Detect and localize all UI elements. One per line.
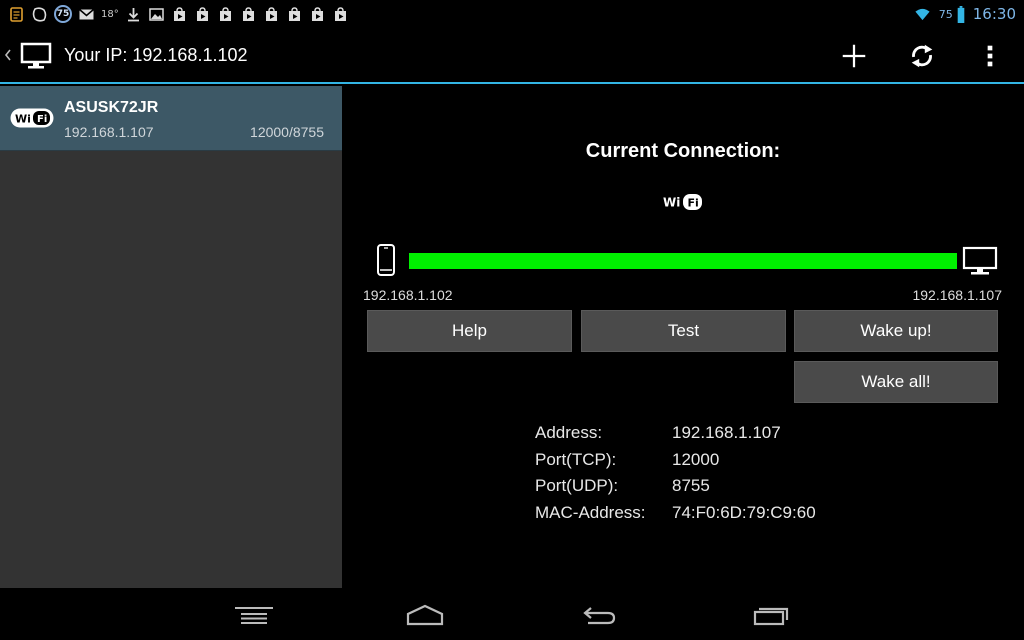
local-ip-label: 192.168.1.102: [363, 287, 453, 303]
home-button[interactable]: [403, 598, 447, 630]
status-bar: 75 18° 75 16:30: [0, 0, 1024, 28]
wake-up-button[interactable]: Wake up!: [794, 310, 998, 352]
battery-icon: [957, 5, 965, 23]
play-store-icon: [217, 6, 234, 23]
gmail-icon: [78, 6, 95, 23]
detail-label: Port(UDP):: [535, 476, 619, 496]
play-store-icon: [171, 6, 188, 23]
system-status: 75 16:30: [911, 3, 1016, 25]
detail-label: Port(TCP):: [535, 449, 617, 469]
svg-text:Wi: Wi: [15, 113, 31, 126]
device-ports: 12000/8755: [250, 124, 324, 140]
detail-row-udp: Port(UDP): 8755: [535, 473, 816, 500]
svg-text:Fi: Fi: [688, 197, 699, 210]
overflow-menu-icon: [987, 45, 993, 67]
home-icon: [406, 604, 444, 626]
wifi-logo-icon: Wi Fi: [663, 192, 705, 212]
detail-label: MAC-Address:: [535, 502, 646, 522]
battery-level: 75: [938, 7, 953, 21]
connection-panel: Current Connection: Wi Fi 192.168.1.102 …: [342, 86, 1024, 588]
list-item[interactable]: Wi Fi ASUSK72JR 192.168.1.107 12000/8755: [0, 86, 342, 151]
detail-row-tcp: Port(TCP): 12000: [535, 447, 816, 474]
play-store-icon: [332, 6, 349, 23]
detail-value: 192.168.1.107: [672, 423, 781, 443]
clock: 16:30: [972, 5, 1016, 23]
recent-apps-button[interactable]: [749, 598, 793, 630]
back-button[interactable]: [576, 598, 620, 630]
play-store-icon: [194, 6, 211, 23]
blob-app-icon: [31, 6, 48, 23]
back-arrow-icon: [583, 607, 616, 625]
monitor-icon[interactable]: [20, 42, 52, 70]
wifi-logo-icon: Wi Fi: [10, 108, 54, 128]
menu-button[interactable]: [232, 598, 276, 630]
phone-icon: [376, 244, 396, 276]
play-store-icon: [309, 6, 326, 23]
remote-ip-label: 192.168.1.107: [912, 287, 1002, 303]
download-icon: [125, 6, 142, 23]
detail-label: Address:: [535, 423, 603, 443]
page-title: Your IP: 192.168.1.102: [64, 45, 248, 65]
device-name: ASUSK72JR: [64, 99, 159, 116]
detail-row-address: Address: 192.168.1.107: [535, 420, 816, 447]
device-list: Wi Fi ASUSK72JR 192.168.1.107 12000/8755: [0, 86, 342, 588]
wake-all-button[interactable]: Wake all!: [794, 361, 998, 403]
play-store-icon: [286, 6, 303, 23]
overflow-menu-button[interactable]: [974, 40, 1006, 72]
add-device-button[interactable]: [838, 40, 870, 72]
connection-title: Current Connection:: [585, 140, 781, 162]
notification-icons: 75 18°: [8, 4, 349, 24]
wifi-signal-icon: [911, 4, 935, 24]
device-ip: 192.168.1.107: [64, 124, 154, 140]
refresh-icon: [911, 44, 933, 68]
connection-details: Address: 192.168.1.107 Port(TCP): 12000 …: [535, 420, 816, 526]
detail-value: 74:F0:6D:79:C9:60: [672, 502, 816, 522]
svg-text:Fi: Fi: [37, 114, 47, 125]
connection-link-bar: [409, 253, 957, 269]
recent-apps-icon: [753, 607, 789, 626]
detail-value: 12000: [672, 449, 720, 469]
help-button[interactable]: Help: [367, 310, 572, 352]
play-store-icon: [240, 6, 257, 23]
notes-icon: [8, 6, 25, 23]
gallery-icon: [148, 6, 165, 23]
notification-count-badge: 75: [54, 5, 72, 23]
detail-row-mac: MAC-Address: 74:F0:6D:79:C9:60: [535, 500, 816, 527]
back-icon[interactable]: [3, 46, 13, 64]
navigation-bar: [0, 588, 1024, 640]
add-icon: [842, 44, 866, 68]
weather-temperature: 18°: [101, 8, 119, 20]
detail-value: 8755: [672, 476, 710, 496]
test-button[interactable]: Test: [581, 310, 786, 352]
monitor-icon: [962, 246, 998, 276]
play-store-icon: [263, 6, 280, 23]
refresh-button[interactable]: [906, 40, 938, 72]
svg-text:Wi: Wi: [663, 196, 680, 210]
action-bar: Your IP: 192.168.1.102: [0, 28, 1024, 84]
menu-icon: [235, 607, 273, 624]
